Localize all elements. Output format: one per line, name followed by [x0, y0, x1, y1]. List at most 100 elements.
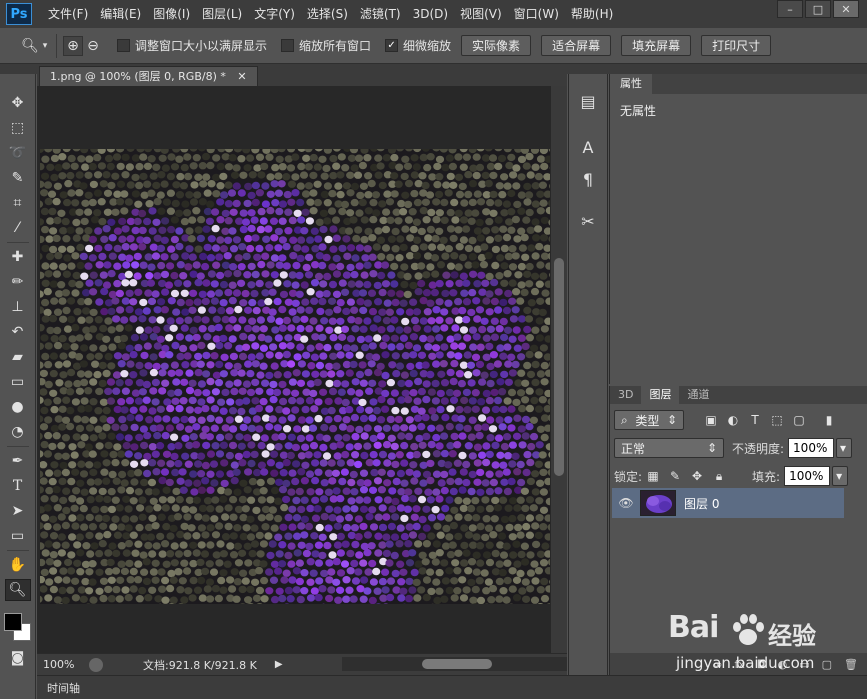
menu-edit[interactable]: 编辑(E) — [94, 0, 147, 28]
blend-mode-dropdown[interactable]: 正常 ⇕ — [614, 438, 724, 458]
tab-properties[interactable]: 属性 — [610, 74, 652, 94]
chevron-down-icon[interactable]: ▾ — [836, 438, 853, 458]
new-layer-icon[interactable]: ▢ — [822, 658, 832, 671]
scrubby-zoom-checkbox[interactable]: ✓ 细微缩放 — [385, 37, 451, 54]
menu-help[interactable]: 帮助(H) — [565, 0, 619, 28]
blur-tool-icon[interactable]: ● — [5, 396, 31, 418]
zoom-out-icon[interactable]: ⊖ — [83, 36, 103, 56]
character-panel-icon[interactable]: A — [574, 134, 602, 160]
zoom-tool-icon[interactable]: 🔍︎ — [20, 36, 40, 56]
resize-windows-checkbox[interactable]: 调整窗口大小以满屏显示 — [117, 37, 267, 54]
delete-layer-icon[interactable]: 🗑︎ — [844, 658, 858, 671]
horizontal-scrollbar[interactable] — [342, 657, 567, 671]
quick-select-tool-icon[interactable]: ✎ — [5, 167, 31, 189]
fill-input[interactable]: 100% — [784, 466, 831, 486]
checkmark-icon[interactable]: ✓ — [385, 39, 399, 52]
menu-file[interactable]: 文件(F) — [42, 0, 94, 28]
chevron-down-icon[interactable]: ▾ — [832, 466, 849, 486]
stamp-tool-icon[interactable]: ⊥ — [5, 296, 31, 318]
adjustment-filter-icon[interactable]: ◐ — [724, 411, 742, 429]
tab-3d[interactable]: 3D — [610, 386, 641, 404]
tab-channels[interactable]: 通道 — [679, 386, 717, 404]
chevron-down-icon[interactable]: ▾ — [40, 36, 50, 56]
mosaic-tile — [293, 244, 302, 252]
layer-row[interactable]: 👁︎ 图层 0 — [612, 488, 844, 518]
rectangle-tool-icon[interactable]: ▭ — [5, 525, 31, 547]
lock-all-icon[interactable]: 🔒︎ — [710, 467, 728, 485]
eyedropper-tool-icon[interactable]: ⁄ — [5, 217, 31, 239]
dodge-tool-icon[interactable]: ◔ — [5, 421, 31, 443]
marquee-tool-icon[interactable]: ⬚ — [5, 117, 31, 139]
mosaic-tile — [221, 533, 231, 541]
brush-tool-icon[interactable]: ✏ — [5, 271, 31, 293]
path-select-tool-icon[interactable]: ➤ — [5, 500, 31, 522]
paragraph-panel-icon[interactable]: ¶ — [574, 166, 602, 192]
quick-mask-icon[interactable]: ◙ — [5, 647, 31, 669]
lock-transparent-icon[interactable]: ▦ — [644, 467, 662, 485]
mosaic-tile — [432, 488, 441, 496]
timeline-tab[interactable]: 时间轴 — [47, 680, 80, 696]
adjustment-layer-icon[interactable]: ◐ — [778, 658, 788, 671]
type-tool-icon[interactable]: T — [5, 475, 31, 497]
menu-layer[interactable]: 图层(L) — [196, 0, 248, 28]
fill-screen-button[interactable]: 填充屏幕 — [621, 35, 692, 56]
lasso-tool-icon[interactable]: ➰ — [5, 142, 31, 164]
move-tool-icon[interactable]: ✥ — [5, 92, 31, 114]
fit-screen-button[interactable]: 适合屏幕 — [541, 35, 612, 56]
menu-view[interactable]: 视图(V) — [454, 0, 508, 28]
crop-tool-icon[interactable]: ⌗ — [5, 192, 31, 214]
history-panel-icon[interactable]: ▤ — [574, 88, 602, 114]
checkbox-box[interactable] — [117, 39, 130, 52]
tool-presets-icon[interactable]: ✂ — [574, 208, 602, 234]
minimize-icon[interactable]: – — [777, 0, 803, 18]
zoom-level[interactable]: 100% — [37, 658, 89, 671]
pen-tool-icon[interactable]: ✒ — [5, 450, 31, 472]
shape-filter-icon[interactable]: ⬚ — [768, 411, 786, 429]
play-icon[interactable]: ▶ — [275, 659, 283, 670]
maximize-icon[interactable]: □ — [805, 0, 831, 18]
menu-image[interactable]: 图像(I) — [147, 0, 196, 28]
status-icon[interactable] — [89, 657, 103, 672]
foreground-color-swatch[interactable] — [3, 613, 22, 631]
print-size-button[interactable]: 打印尺寸 — [701, 35, 772, 56]
menu-type[interactable]: 文字(Y) — [248, 0, 301, 28]
gradient-tool-icon[interactable]: ▭ — [5, 371, 31, 393]
hand-tool-icon[interactable]: ✋ — [5, 554, 31, 576]
layer-style-icon[interactable]: fx — [735, 658, 745, 671]
visibility-eye-icon[interactable]: 👁︎ — [612, 496, 640, 510]
vertical-scrollbar[interactable] — [551, 86, 567, 653]
history-brush-tool-icon[interactable]: ↶ — [5, 321, 31, 343]
mosaic-flower-image[interactable] — [40, 149, 550, 604]
lock-position-icon[interactable]: ✥ — [688, 467, 706, 485]
actual-pixels-button[interactable]: 实际像素 — [461, 35, 532, 56]
close-icon[interactable]: ✕ — [237, 70, 246, 83]
color-swatches[interactable] — [2, 605, 34, 643]
type-filter-icon[interactable]: T — [746, 411, 764, 429]
smart-object-filter-icon[interactable]: ▢ — [790, 411, 808, 429]
scrollbar-thumb[interactable] — [554, 258, 564, 476]
lock-pixels-icon[interactable]: ✎ — [666, 467, 684, 485]
healing-brush-tool-icon[interactable]: ✚ — [5, 246, 31, 268]
menu-3d[interactable]: 3D(D) — [407, 0, 454, 28]
filter-toggle-icon[interactable]: ▮ — [820, 411, 838, 429]
eraser-tool-icon[interactable]: ▰ — [5, 346, 31, 368]
opacity-input[interactable]: 100% — [788, 438, 835, 458]
zoom-in-icon[interactable]: ⊕ — [63, 35, 83, 56]
add-mask-icon[interactable]: ◘ — [757, 658, 766, 671]
canvas-area[interactable] — [37, 86, 551, 653]
new-group-icon[interactable]: ▭ — [799, 658, 809, 671]
link-layers-icon[interactable]: ∞ — [713, 658, 722, 671]
document-tab[interactable]: 1.png @ 100% (图层 0, RGB/8) * ✕ — [39, 66, 258, 86]
menu-filter[interactable]: 滤镜(T) — [354, 0, 407, 28]
image-filter-icon[interactable]: ▣ — [702, 411, 720, 429]
menu-window[interactable]: 窗口(W) — [508, 0, 565, 28]
filter-kind-dropdown[interactable]: ⌕ 类型 ⇕ — [614, 410, 684, 430]
close-icon[interactable]: ✕ — [833, 0, 859, 18]
scrollbar-thumb[interactable] — [422, 659, 492, 669]
tab-layers[interactable]: 图层 — [641, 386, 680, 404]
zoom-all-windows-checkbox[interactable]: 缩放所有窗口 — [281, 37, 371, 54]
mosaic-tile — [252, 415, 261, 423]
menu-select[interactable]: 选择(S) — [301, 0, 354, 28]
checkbox-box[interactable] — [281, 39, 295, 52]
zoom-tool-icon[interactable]: 🔍︎ — [4, 579, 31, 601]
